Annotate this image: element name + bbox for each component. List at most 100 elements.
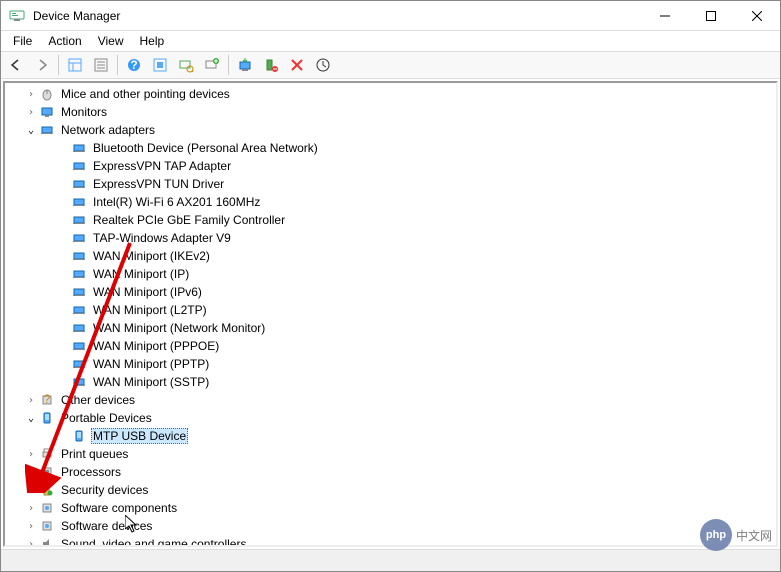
tree-net-item-0[interactable]: Bluetooth Device (Personal Area Network) — [7, 139, 774, 157]
expander-icon[interactable]: › — [23, 89, 39, 100]
node-label[interactable]: WAN Miniport (PPTP) — [91, 357, 211, 371]
expander-icon[interactable]: › — [23, 107, 39, 118]
tree-monitors[interactable]: › Monitors — [7, 103, 774, 121]
tree-mtp-device[interactable]: MTP USB Device — [7, 427, 774, 445]
watermark-logo: php — [700, 519, 732, 551]
net-icon — [71, 374, 87, 390]
node-label[interactable]: Software devices — [59, 519, 154, 533]
node-label[interactable]: MTP USB Device — [91, 428, 188, 444]
node-label[interactable]: Monitors — [59, 105, 109, 119]
node-label[interactable]: Bluetooth Device (Personal Area Network) — [91, 141, 320, 155]
sw-icon — [39, 518, 55, 534]
portable-icon — [39, 410, 55, 426]
tree-mice[interactable]: › Mice and other pointing devices — [7, 85, 774, 103]
node-label[interactable]: Software components — [59, 501, 179, 515]
separator — [117, 55, 118, 75]
tree-net-item-9[interactable]: WAN Miniport (L2TP) — [7, 301, 774, 319]
expander-icon[interactable]: › — [23, 467, 39, 478]
mouse-icon — [39, 86, 55, 102]
menu-help[interactable]: Help — [132, 32, 173, 50]
node-label[interactable]: Mice and other pointing devices — [59, 87, 232, 101]
disable-button[interactable] — [285, 53, 309, 77]
tree-swcomp[interactable]: › Software components — [7, 499, 774, 517]
add-hardware-button[interactable] — [200, 53, 224, 77]
menu-view[interactable]: View — [90, 32, 132, 50]
node-label[interactable]: Network adapters — [59, 123, 157, 137]
tree-other[interactable]: › ? Other devices — [7, 391, 774, 409]
node-label[interactable]: WAN Miniport (Network Monitor) — [91, 321, 267, 335]
node-label[interactable]: WAN Miniport (PPPOE) — [91, 339, 221, 353]
tree-portable[interactable]: ⌄ Portable Devices — [7, 409, 774, 427]
node-label[interactable]: Processors — [59, 465, 123, 479]
node-label[interactable]: Sound, video and game controllers — [59, 537, 248, 547]
menu-action[interactable]: Action — [40, 32, 89, 50]
expander-icon[interactable]: › — [23, 395, 39, 406]
node-label[interactable]: TAP-Windows Adapter V9 — [91, 231, 233, 245]
expander-icon[interactable]: › — [23, 449, 39, 460]
node-label[interactable]: Other devices — [59, 393, 137, 407]
window-title: Device Manager — [33, 9, 642, 23]
properties-button[interactable] — [89, 53, 113, 77]
device-tree[interactable]: › Mice and other pointing devices › Moni… — [3, 81, 778, 547]
update-driver-button[interactable] — [233, 53, 257, 77]
expander-icon[interactable]: › — [23, 503, 39, 514]
uninstall-button[interactable] — [259, 53, 283, 77]
node-label[interactable]: Print queues — [59, 447, 130, 461]
app-icon — [9, 8, 25, 24]
back-button[interactable] — [4, 53, 28, 77]
tree-print[interactable]: › Print queues — [7, 445, 774, 463]
expander-icon[interactable]: ⌄ — [23, 125, 39, 136]
tree-net-item-13[interactable]: WAN Miniport (SSTP) — [7, 373, 774, 391]
tree-net-item-7[interactable]: WAN Miniport (IP) — [7, 265, 774, 283]
net-icon — [71, 212, 87, 228]
tree-net-item-3[interactable]: Intel(R) Wi-Fi 6 AX201 160MHz — [7, 193, 774, 211]
net-icon — [71, 176, 87, 192]
node-label[interactable]: Intel(R) Wi-Fi 6 AX201 160MHz — [91, 195, 262, 209]
menu-file[interactable]: File — [5, 32, 40, 50]
maximize-button[interactable] — [688, 1, 734, 30]
expander-icon[interactable]: › — [23, 521, 39, 532]
expander-icon[interactable]: › — [23, 485, 39, 496]
node-label[interactable]: Portable Devices — [59, 411, 154, 425]
expander-icon[interactable]: › — [23, 539, 39, 548]
node-label[interactable]: WAN Miniport (SSTP) — [91, 375, 211, 389]
tree-network[interactable]: ⌄ Network adapters — [7, 121, 774, 139]
tree-net-item-6[interactable]: WAN Miniport (IKEv2) — [7, 247, 774, 265]
node-label[interactable]: WAN Miniport (IPv6) — [91, 285, 204, 299]
tree-security[interactable]: › Security devices — [7, 481, 774, 499]
node-label[interactable]: ExpressVPN TUN Driver — [91, 177, 226, 191]
statusbar — [1, 549, 780, 571]
tree-net-item-2[interactable]: ExpressVPN TUN Driver — [7, 175, 774, 193]
watermark-text: 中文网 — [736, 527, 772, 544]
node-label[interactable]: WAN Miniport (IKEv2) — [91, 249, 212, 263]
show-hide-tree-button[interactable] — [63, 53, 87, 77]
action-button[interactable] — [148, 53, 172, 77]
node-label[interactable]: Realtek PCIe GbE Family Controller — [91, 213, 287, 227]
forward-button[interactable] — [30, 53, 54, 77]
titlebar: Device Manager — [1, 1, 780, 31]
tree-processors[interactable]: › Processors — [7, 463, 774, 481]
net-icon — [39, 122, 55, 138]
tree-net-item-8[interactable]: WAN Miniport (IPv6) — [7, 283, 774, 301]
tree-net-item-11[interactable]: WAN Miniport (PPPOE) — [7, 337, 774, 355]
tree-net-item-5[interactable]: TAP-Windows Adapter V9 — [7, 229, 774, 247]
expander-icon[interactable]: ⌄ — [23, 413, 39, 424]
cpu-icon — [39, 464, 55, 480]
node-label[interactable]: WAN Miniport (IP) — [91, 267, 191, 281]
node-label[interactable]: ExpressVPN TAP Adapter — [91, 159, 233, 173]
node-label[interactable]: Security devices — [59, 483, 150, 497]
tree-swdev[interactable]: › Software devices — [7, 517, 774, 535]
tree-net-item-12[interactable]: WAN Miniport (PPTP) — [7, 355, 774, 373]
tree-sound[interactable]: › Sound, video and game controllers — [7, 535, 774, 547]
tree-net-item-10[interactable]: WAN Miniport (Network Monitor) — [7, 319, 774, 337]
net-icon — [71, 266, 87, 282]
enable-button[interactable] — [311, 53, 335, 77]
help-button[interactable]: ? — [122, 53, 146, 77]
scan-hardware-button[interactable] — [174, 53, 198, 77]
node-label[interactable]: WAN Miniport (L2TP) — [91, 303, 209, 317]
net-icon — [71, 230, 87, 246]
minimize-button[interactable] — [642, 1, 688, 30]
close-button[interactable] — [734, 1, 780, 30]
tree-net-item-1[interactable]: ExpressVPN TAP Adapter — [7, 157, 774, 175]
tree-net-item-4[interactable]: Realtek PCIe GbE Family Controller — [7, 211, 774, 229]
